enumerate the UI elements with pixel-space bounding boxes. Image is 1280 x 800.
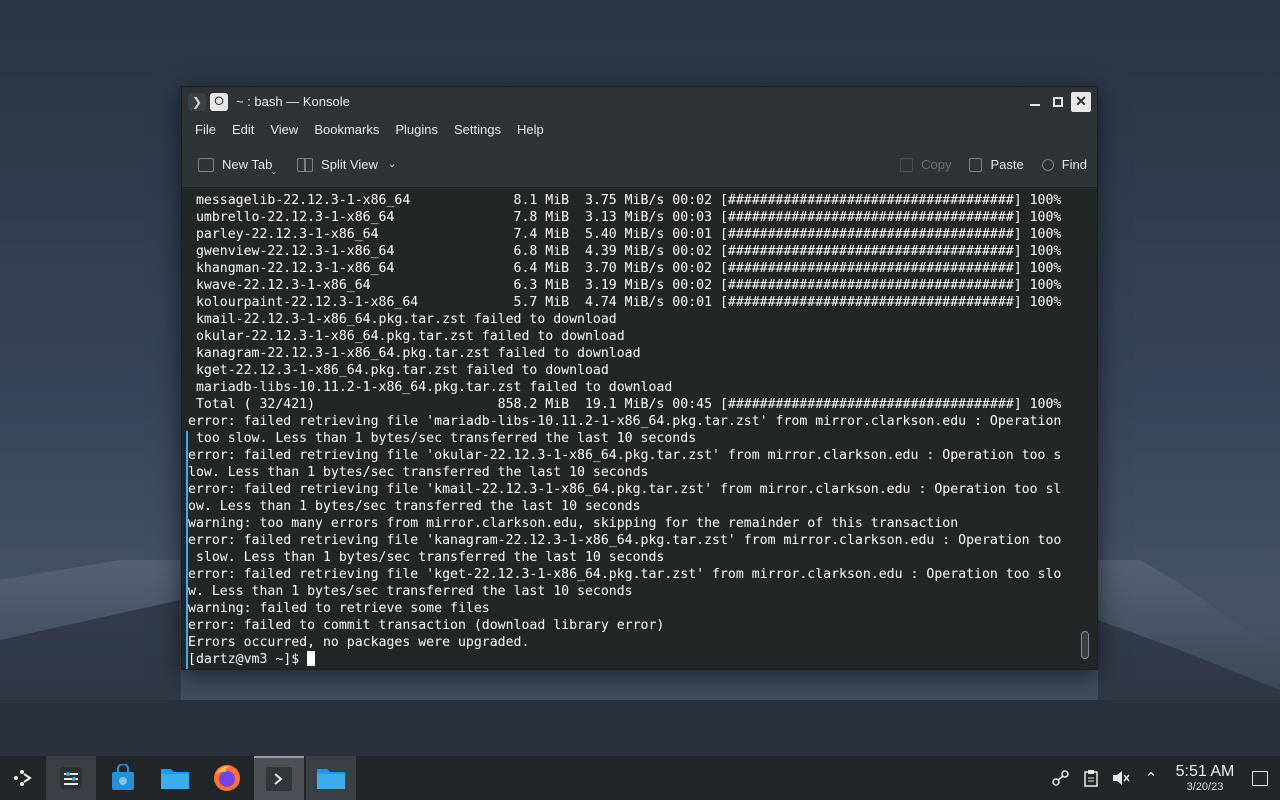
volume-muted-icon[interactable] <box>1108 765 1134 791</box>
scrollbar[interactable] <box>1081 195 1089 665</box>
paste-label: Paste <box>990 157 1024 172</box>
terminal-line: w. Less than 1 bytes/sec transferred the… <box>188 584 633 599</box>
menu-bar: File Edit View Bookmarks Plugins Setting… <box>182 116 1097 142</box>
terminal-line: too slow. Less than 1 bytes/sec transfer… <box>188 431 697 446</box>
search-icon <box>1041 158 1054 171</box>
digital-clock[interactable]: 5:51 AM 3/20/23 <box>1170 763 1240 794</box>
menu-file[interactable]: File <box>187 122 224 137</box>
terminal-line: Total ( 32/421) 858.2 MiB 19.1 MiB/s 00:… <box>188 397 1062 412</box>
launcher-icon <box>14 770 32 786</box>
terminal-output: messagelib-22.12.3-1-x86_64 8.1 MiB 3.75… <box>188 192 1097 651</box>
terminal-area[interactable]: messagelib-22.12.3-1-x86_64 8.1 MiB 3.75… <box>182 189 1097 669</box>
terminal-line: low. Less than 1 bytes/sec transferred t… <box>188 465 649 480</box>
copy-label: Copy <box>921 157 952 172</box>
terminal-line: warning: too many errors from mirror.cla… <box>188 516 959 531</box>
terminal-icon <box>266 767 292 791</box>
terminal-line: okular-22.12.3-1-x86_64.pkg.tar.zst fail… <box>188 329 625 344</box>
new-tab-label: New Tab <box>222 157 273 172</box>
minimize-icon <box>1030 104 1040 106</box>
new-tab-icon <box>198 157 214 172</box>
terminal-line: mariadb-libs-10.11.2-1-x86_64.pkg.tar.zs… <box>188 380 673 395</box>
system-tray: ⌃ 5:51 AM 3/20/23 <box>1046 756 1280 800</box>
chevron-down-icon: ⌄ <box>387 159 397 170</box>
terminal-line: warning: failed to retrieve some files <box>188 601 490 616</box>
terminal-line: kwave-22.12.3-1-x86_64 6.3 MiB 3.19 MiB/… <box>188 278 1062 293</box>
konsole-window: ❯ ⭘ ~ : bash — Konsole ✕ File Edit View … <box>181 86 1098 670</box>
paste-button[interactable]: Paste <box>969 157 1024 172</box>
scrollbar-thumb[interactable] <box>1081 631 1089 659</box>
task-konsole[interactable] <box>254 756 304 800</box>
terminal-line: gwenview-22.12.3-1-x86_64 6.8 MiB 4.39 M… <box>188 244 1062 259</box>
task-firefox[interactable] <box>202 756 252 800</box>
terminal-line: kmail-22.12.3-1-x86_64.pkg.tar.zst faile… <box>188 312 617 327</box>
split-view-icon <box>297 157 314 172</box>
terminal-line: error: failed retrieving file 'kanagram-… <box>188 533 1062 548</box>
clipboard-glyph <box>1084 770 1098 787</box>
menu-view[interactable]: View <box>262 122 306 137</box>
menu-settings[interactable]: Settings <box>446 122 509 137</box>
terminal-line: slow. Less than 1 bytes/sec transferred … <box>188 550 665 565</box>
keep-above-icon[interactable]: ⭘ <box>210 92 228 111</box>
terminal-line: khangman-22.12.3-1-x86_64 6.4 MiB 3.70 M… <box>188 261 1062 276</box>
terminal-app-icon[interactable]: ❯ <box>188 92 206 111</box>
store-icon <box>112 764 134 790</box>
menu-bookmarks[interactable]: Bookmarks <box>306 122 387 137</box>
window-title: ~ : bash — Konsole <box>236 94 350 109</box>
terminal-line: kolourpaint-22.12.3-1-x86_64 5.7 MiB 4.7… <box>188 295 1062 310</box>
prompt-line[interactable]: [dartz@vm3 ~]$ <box>188 651 1097 668</box>
network-icon[interactable] <box>1048 765 1074 791</box>
clipboard-icon[interactable] <box>1078 765 1104 791</box>
copy-icon <box>900 157 914 172</box>
terminal-line: error: failed retrieving file 'mariadb-l… <box>188 414 1062 429</box>
new-tab-button[interactable]: New Tab ⌄ <box>198 157 279 176</box>
find-button[interactable]: Find <box>1041 157 1087 172</box>
folder-icon <box>161 769 189 789</box>
clock-date: 3/20/23 <box>1186 780 1224 793</box>
terminal-line: error: failed retrieving file 'okular-22… <box>188 448 1062 463</box>
paste-icon <box>969 157 983 172</box>
task-discover[interactable] <box>98 756 148 800</box>
clock-time: 5:51 AM <box>1175 762 1235 780</box>
firefox-icon <box>214 765 240 791</box>
close-button[interactable]: ✕ <box>1071 91 1091 112</box>
terminal-line: error: failed retrieving file 'kmail-22.… <box>188 482 1062 497</box>
find-label: Find <box>1061 157 1087 172</box>
menu-edit[interactable]: Edit <box>224 122 262 137</box>
terminal-line: umbrello-22.12.3-1-x86_64 7.8 MiB 3.13 M… <box>188 210 1062 225</box>
dropdown-arrow-icon: ⌄ <box>270 167 278 176</box>
terminal-line: error: failed retrieving file 'kget-22.1… <box>188 567 1062 582</box>
error-output-marker <box>186 431 188 669</box>
terminal-line: messagelib-22.12.3-1-x86_64 8.1 MiB 3.75… <box>188 193 1062 208</box>
task-system-settings[interactable] <box>46 756 96 800</box>
task-dolphin[interactable] <box>150 756 200 800</box>
copy-button[interactable]: Copy <box>900 157 951 172</box>
terminal-line: ow. Less than 1 bytes/sec transferred th… <box>188 499 641 514</box>
menu-plugins[interactable]: Plugins <box>387 122 446 137</box>
taskbar: ⌃ 5:51 AM 3/20/23 <box>0 756 1280 800</box>
toolbar: New Tab ⌄ Split View ⌄ Copy Paste Find <box>182 142 1097 188</box>
terminal-line: error: failed to commit transaction (dow… <box>188 618 665 633</box>
settings-icon <box>60 767 82 789</box>
maximize-icon <box>1053 96 1063 107</box>
terminal-line: parley-22.12.3-1-x86_64 7.4 MiB 5.40 MiB… <box>188 227 1062 242</box>
split-view-button[interactable]: Split View ⌄ <box>297 157 396 172</box>
folder-icon <box>317 769 345 789</box>
terminal-line: kanagram-22.12.3-1-x86_64.pkg.tar.zst fa… <box>188 346 641 361</box>
chevron-up-icon[interactable]: ⌃ <box>1138 765 1164 791</box>
application-launcher-button[interactable] <box>0 756 44 800</box>
shell-prompt: [dartz@vm3 ~]$ <box>188 652 308 667</box>
terminal-line: Errors occurred, no packages were upgrad… <box>188 635 530 650</box>
speaker-muted-glyph <box>1113 771 1130 785</box>
close-icon: ✕ <box>1075 93 1087 109</box>
show-desktop-button[interactable] <box>1252 770 1268 786</box>
minimize-button[interactable] <box>1025 92 1045 112</box>
terminal-line: kget-22.12.3-1-x86_64.pkg.tar.zst failed… <box>188 363 609 378</box>
text-cursor <box>307 651 316 666</box>
network-glyph <box>1052 770 1069 786</box>
title-bar: ❯ ⭘ ~ : bash — Konsole ✕ <box>182 87 1097 116</box>
split-view-label: Split View <box>321 157 378 172</box>
maximize-button[interactable] <box>1048 92 1068 112</box>
task-dolphin-window[interactable] <box>306 756 356 800</box>
menu-help[interactable]: Help <box>509 122 552 137</box>
